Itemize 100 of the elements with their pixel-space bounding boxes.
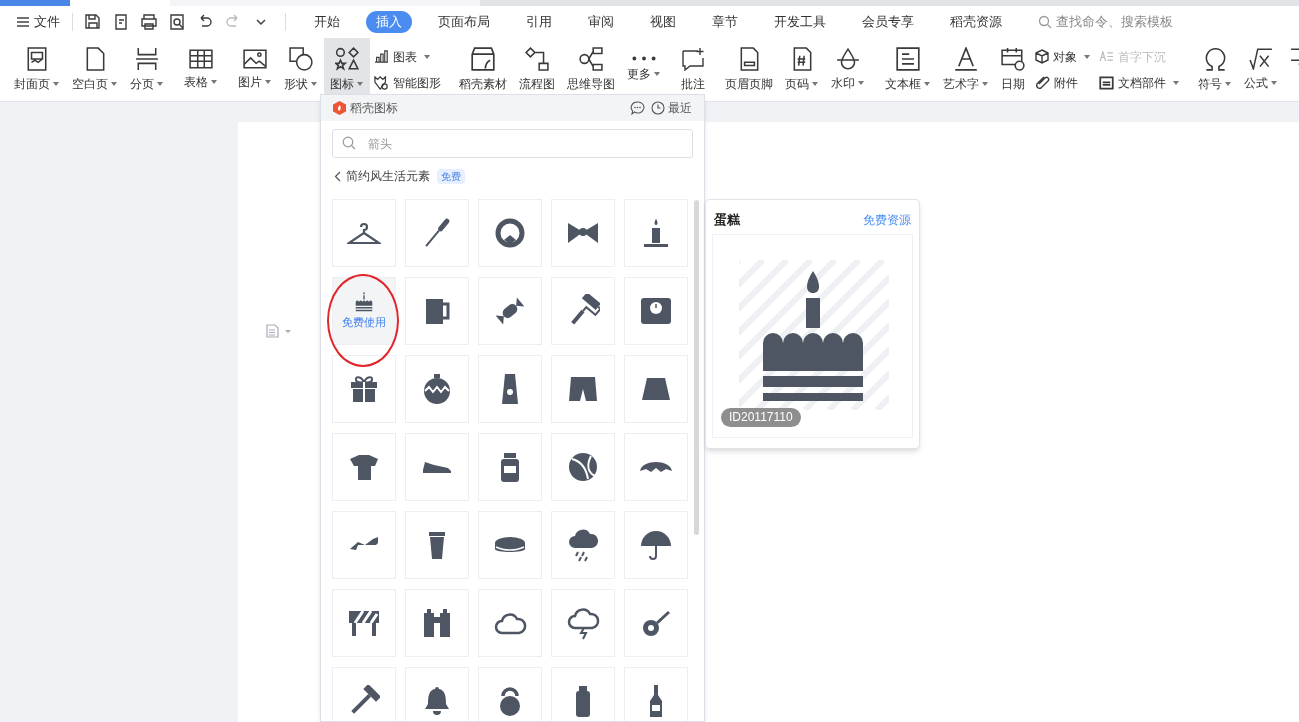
bell-icon bbox=[424, 686, 450, 716]
icon-tile[interactable] bbox=[405, 277, 469, 345]
bow-icon bbox=[567, 222, 599, 244]
icon-tile[interactable] bbox=[624, 511, 688, 579]
menu-tab[interactable]: 审阅 bbox=[578, 11, 624, 33]
icon-tile[interactable] bbox=[478, 433, 542, 501]
formula-icon bbox=[1249, 47, 1273, 70]
smart-graphic-icon bbox=[374, 75, 389, 90]
cube-icon bbox=[1035, 49, 1049, 64]
menu-tab[interactable]: 会员专享 bbox=[852, 11, 924, 33]
save-icon[interactable] bbox=[83, 12, 103, 32]
icon-tile[interactable] bbox=[551, 667, 615, 721]
icon-tile[interactable] bbox=[405, 199, 469, 267]
icon-tile[interactable] bbox=[551, 355, 615, 423]
ribbon-button[interactable]: 形状 bbox=[278, 38, 324, 101]
free-resource-link[interactable]: 免费资源 bbox=[863, 211, 911, 229]
icon-tile[interactable] bbox=[332, 511, 396, 579]
icon-tile[interactable] bbox=[624, 355, 688, 423]
icon-tile[interactable] bbox=[332, 199, 396, 267]
icon-tile[interactable] bbox=[332, 667, 396, 721]
ribbon-button[interactable]: 批注 bbox=[675, 38, 711, 101]
icon-search-field[interactable]: 箭头 bbox=[332, 129, 693, 158]
ribbon-button[interactable]: 图片 bbox=[232, 38, 278, 101]
icon-tile[interactable] bbox=[624, 589, 688, 657]
icon-tile[interactable] bbox=[551, 277, 615, 345]
cake-icon bbox=[760, 271, 865, 401]
menu-tab[interactable]: 引用 bbox=[516, 11, 562, 33]
icon-tile[interactable] bbox=[405, 433, 469, 501]
ribbon-button[interactable]: 页码 bbox=[779, 38, 825, 101]
ribbon-button[interactable]: 图表 bbox=[374, 47, 441, 66]
ribbon-button[interactable]: 符号 bbox=[1192, 38, 1238, 101]
menu-tab[interactable]: 章节 bbox=[702, 11, 748, 33]
ribbon-button[interactable]: 流程图 bbox=[513, 38, 561, 101]
icon-tile[interactable] bbox=[332, 433, 396, 501]
ribbon-button[interactable]: 空白页 bbox=[66, 38, 124, 101]
ribbon-button[interactable]: 封面页 bbox=[8, 38, 66, 101]
ribbon-button[interactable]: 更多 bbox=[621, 38, 667, 101]
menu-tab[interactable]: 页面布局 bbox=[428, 11, 500, 33]
ribbon-button[interactable]: 稻壳素材 bbox=[453, 38, 513, 101]
bottle-icon bbox=[575, 684, 591, 718]
skirt-icon bbox=[641, 377, 671, 401]
icon-tile[interactable] bbox=[405, 511, 469, 579]
picture-icon bbox=[243, 48, 267, 69]
recent-button[interactable]: 最近 bbox=[651, 99, 692, 117]
ribbon-button[interactable]: 分页 bbox=[124, 38, 170, 101]
ribbon-button[interactable]: 附件 bbox=[1035, 73, 1091, 92]
id-badge: ID20117110 bbox=[721, 408, 801, 427]
icon-tile[interactable] bbox=[624, 199, 688, 267]
icon-tile[interactable] bbox=[332, 589, 396, 657]
icon-tile[interactable] bbox=[405, 589, 469, 657]
candy-icon bbox=[496, 297, 524, 325]
free-use-label[interactable]: 免费使用 bbox=[342, 314, 386, 331]
menu-tab[interactable]: 开始 bbox=[304, 11, 350, 33]
icon-tile[interactable] bbox=[624, 277, 688, 345]
ribbon-button[interactable]: 艺术字 bbox=[937, 38, 995, 101]
icon-tile[interactable] bbox=[551, 589, 615, 657]
ribbon-button[interactable]: 文本框 bbox=[879, 38, 937, 101]
word-art-icon bbox=[954, 46, 978, 71]
disk-icon bbox=[494, 536, 526, 554]
icon-tile[interactable]: 免费使用 bbox=[332, 277, 396, 345]
file-menu[interactable]: 文件 bbox=[12, 10, 64, 34]
print-preview-icon[interactable] bbox=[167, 12, 187, 32]
icon-tile[interactable] bbox=[551, 199, 615, 267]
icon-tile[interactable] bbox=[478, 277, 542, 345]
table-icon bbox=[189, 48, 213, 69]
back-chevron-icon[interactable] bbox=[334, 170, 342, 182]
icon-tile[interactable] bbox=[478, 355, 542, 423]
menu-tab[interactable]: 开发工具 bbox=[764, 11, 836, 33]
icon-tile[interactable] bbox=[478, 667, 542, 721]
icon-tile[interactable] bbox=[624, 433, 688, 501]
chat-icon[interactable] bbox=[630, 100, 645, 116]
icon-tile[interactable] bbox=[478, 589, 542, 657]
print-icon[interactable] bbox=[139, 12, 159, 32]
ribbon-button[interactable]: 公式 bbox=[1238, 38, 1284, 101]
ribbon-button[interactable]: 文档部件 bbox=[1099, 73, 1180, 92]
icon-tile[interactable] bbox=[478, 199, 542, 267]
ornament-icon bbox=[423, 373, 451, 405]
ribbon-button[interactable]: 日期 bbox=[995, 38, 1031, 101]
croissant-icon bbox=[639, 461, 673, 473]
search-field[interactable]: 查找命令、搜索模板 bbox=[1038, 12, 1173, 32]
ribbon-button[interactable]: 思维导图 bbox=[561, 38, 621, 101]
ribbon-button[interactable]: 对象 bbox=[1035, 47, 1091, 66]
icon-tile[interactable] bbox=[405, 355, 469, 423]
beer-bottle-icon bbox=[649, 684, 663, 718]
ribbon-button[interactable]: 表格 bbox=[178, 38, 224, 101]
free-badge: 免费 bbox=[437, 168, 465, 184]
icon-tile[interactable] bbox=[551, 511, 615, 579]
menu-tab[interactable]: 稻壳资源 bbox=[940, 11, 1012, 33]
icon-tile[interactable] bbox=[332, 355, 396, 423]
ribbon-button[interactable]: 智能图形 bbox=[374, 73, 441, 92]
icon-tile[interactable] bbox=[478, 511, 542, 579]
icon-tile[interactable] bbox=[405, 667, 469, 721]
shapes-icon bbox=[289, 46, 313, 71]
tube-icon bbox=[501, 373, 519, 405]
icon-tile[interactable] bbox=[551, 433, 615, 501]
scrollbar-thumb[interactable] bbox=[694, 200, 699, 535]
ribbon-button[interactable]: 水印 bbox=[825, 38, 871, 101]
icon-tile[interactable] bbox=[624, 667, 688, 721]
menu-tab[interactable]: 视图 bbox=[640, 11, 686, 33]
ribbon-button[interactable]: 页眉页脚 bbox=[719, 38, 779, 101]
